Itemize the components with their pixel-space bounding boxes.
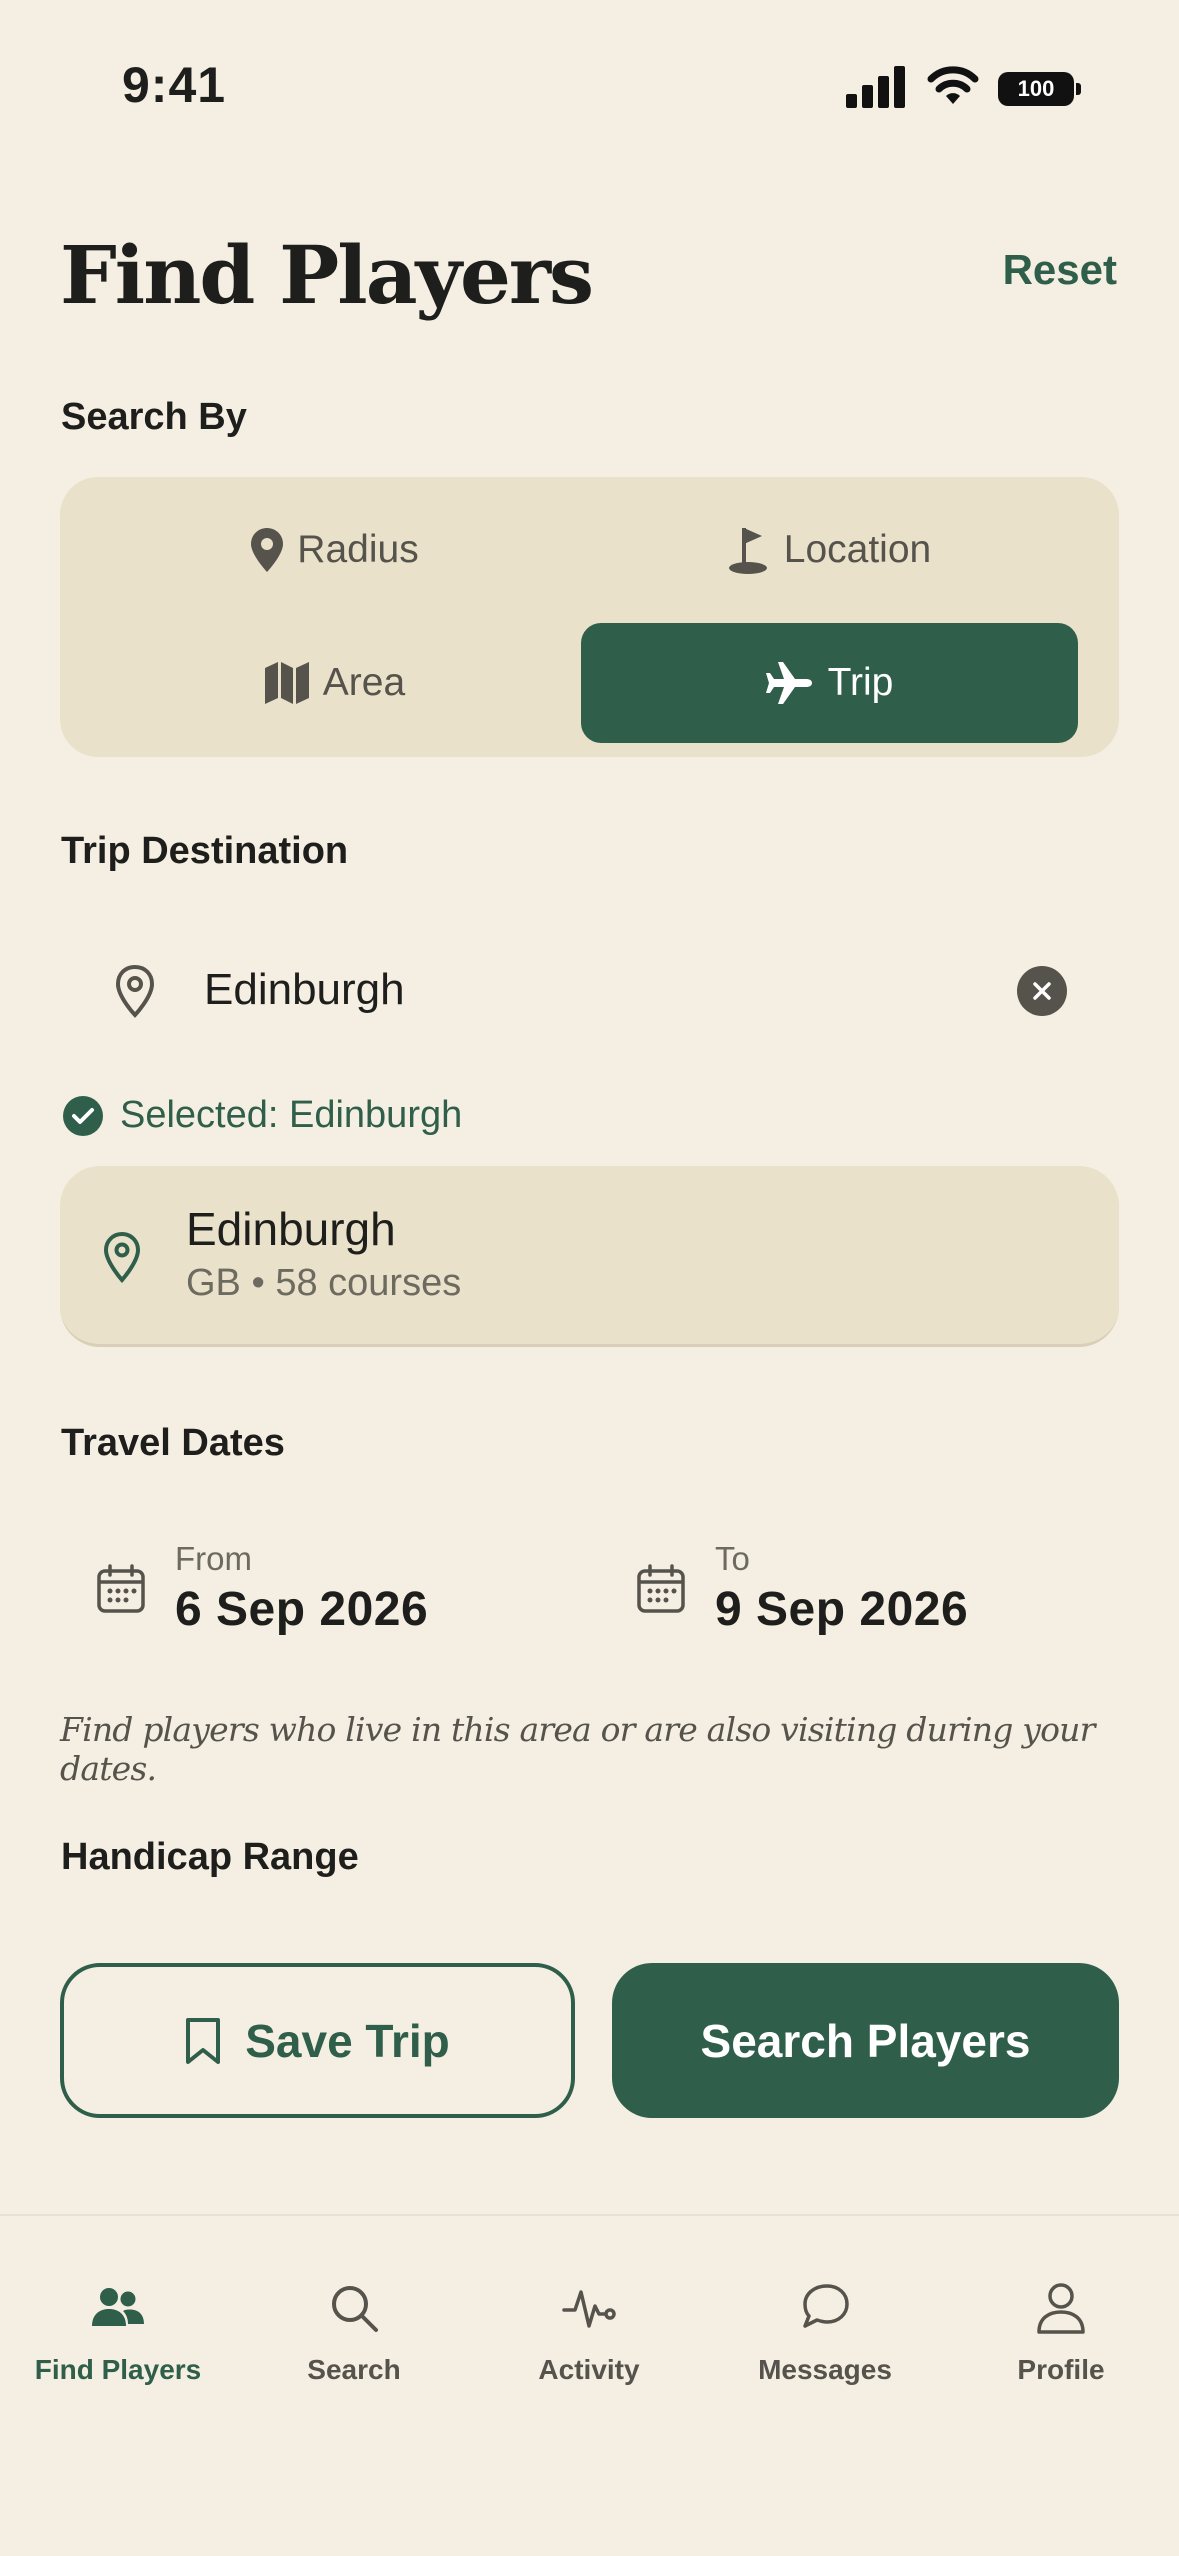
- search-players-label: Search Players: [700, 2014, 1031, 2067]
- tab-profile-label: Profile: [1017, 2354, 1105, 2385]
- status-bar: 9:41 100: [0, 0, 1179, 160]
- reset-button[interactable]: Reset: [1003, 246, 1117, 294]
- map-icon: [264, 662, 309, 704]
- activity-icon: [562, 2290, 616, 2328]
- calendar-icon: [97, 1564, 145, 1613]
- page-title: Find Players: [60, 228, 594, 322]
- signal-icon: [846, 66, 905, 108]
- battery-level: 100: [998, 72, 1074, 106]
- trip-destination-label: Trip Destination: [61, 830, 349, 872]
- people-icon: [92, 2288, 144, 2326]
- to-date-value: 9 Sep 2026: [715, 1583, 969, 1636]
- tab-messages[interactable]: Messages: [707, 2216, 943, 2416]
- tab-find-players-label: Find Players: [34, 2354, 202, 2385]
- result-city-meta: GB • 58 courses: [186, 1262, 462, 1304]
- result-city-name: Edinburgh: [186, 1203, 396, 1255]
- battery-icon: 100: [998, 72, 1081, 106]
- search-by-label: Search By: [61, 396, 247, 438]
- wifi-icon: [927, 66, 979, 104]
- close-icon: [1033, 982, 1051, 1000]
- map-pin-icon: [251, 528, 284, 572]
- search-mode-selector: Radius Location Area Trip: [60, 477, 1119, 757]
- save-trip-label: Save Trip: [245, 2014, 450, 2067]
- status-time: 9:41: [122, 57, 227, 113]
- from-date-value: 6 Sep 2026: [175, 1583, 429, 1636]
- search-mode-location-label: Location: [783, 528, 932, 571]
- search-mode-radius-label: Radius: [297, 528, 419, 571]
- to-date-caption: To: [715, 1540, 750, 1577]
- tab-search-label: Search: [307, 2354, 401, 2385]
- travel-dates-label: Travel Dates: [61, 1422, 285, 1464]
- search-mode-area[interactable]: Area: [90, 623, 580, 743]
- tab-messages-label: Messages: [758, 2354, 892, 2385]
- tab-activity[interactable]: Activity: [471, 2216, 707, 2416]
- tab-bar: Find Players Search Activity Messages Pr…: [0, 2216, 1179, 2416]
- golf-flag-icon: [728, 528, 767, 574]
- travel-dates-hint: Find players who live in this area or ar…: [60, 1710, 1095, 1788]
- clear-input-button[interactable]: [1017, 966, 1067, 1016]
- map-pin-icon: [115, 964, 155, 1018]
- search-mode-radius[interactable]: Radius: [90, 491, 580, 609]
- map-pin-icon: [103, 1231, 141, 1283]
- search-mode-trip-label: Trip: [827, 661, 894, 704]
- tab-search[interactable]: Search: [236, 2216, 472, 2416]
- from-date-caption: From: [175, 1540, 252, 1577]
- selected-destination-text: Selected: Edinburgh: [120, 1094, 463, 1136]
- search-mode-trip[interactable]: Trip: [581, 623, 1078, 743]
- search-icon: [332, 2286, 378, 2332]
- search-players-button[interactable]: Search Players: [612, 1963, 1119, 2118]
- search-mode-location[interactable]: Location: [581, 491, 1078, 609]
- person-icon: [1037, 2283, 1085, 2334]
- selected-destination-indicator: Selected: Edinburgh: [62, 1094, 462, 1137]
- chat-bubble-icon: [803, 2284, 849, 2328]
- tab-profile[interactable]: Profile: [943, 2216, 1179, 2416]
- to-date-picker[interactable]: To 9 Sep 2026: [600, 1520, 1120, 1650]
- search-mode-area-label: Area: [322, 661, 406, 704]
- bookmark-icon: [186, 2017, 221, 2064]
- destination-field: [60, 930, 1119, 1050]
- destination-result-card[interactable]: Edinburgh GB • 58 courses: [60, 1166, 1119, 1347]
- from-date-picker[interactable]: From 6 Sep 2026: [60, 1520, 580, 1650]
- calendar-icon: [637, 1564, 685, 1613]
- save-trip-button[interactable]: Save Trip: [60, 1963, 575, 2118]
- tab-find-players[interactable]: Find Players: [0, 2216, 236, 2416]
- tab-activity-label: Activity: [538, 2354, 640, 2385]
- destination-input[interactable]: [204, 950, 1024, 1030]
- check-circle-icon: [63, 1095, 103, 1136]
- handicap-range-label: Handicap Range: [61, 1836, 359, 1878]
- airplane-icon: [765, 662, 812, 704]
